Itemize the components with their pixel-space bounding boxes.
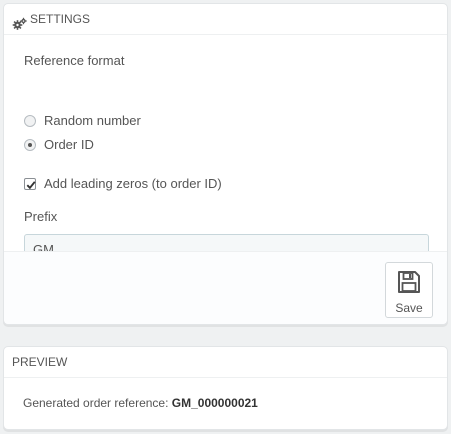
settings-panel-heading: Settings [4, 4, 447, 35]
radio-order-id[interactable]: Order ID [24, 137, 94, 152]
radio-random-number-label: Random number [44, 113, 141, 128]
generated-reference: Generated order reference: GM_000000021 [23, 396, 258, 410]
save-button[interactable]: Save [385, 262, 433, 318]
generated-reference-label: Generated order reference: [23, 396, 169, 410]
settings-panel-footer: Save [4, 251, 447, 324]
leading-zeros-label: Add leading zeros (to order ID) [44, 176, 222, 191]
leading-zeros-checkbox-row[interactable]: Add leading zeros (to order ID) [24, 176, 222, 191]
floppy-disk-icon [397, 270, 421, 297]
preview-heading-title: Preview [12, 355, 68, 369]
radio-order-id-label: Order ID [44, 137, 94, 152]
save-button-label: Save [395, 301, 423, 315]
preview-panel: Preview Generated order reference: GM_00… [3, 346, 448, 430]
preview-panel-heading: Preview [4, 347, 447, 378]
radio-random-number-control[interactable] [24, 114, 36, 127]
radio-random-number[interactable]: Random number [24, 113, 141, 128]
leading-zeros-checkbox[interactable] [24, 177, 36, 190]
generated-reference-value: GM_000000021 [171, 396, 258, 410]
settings-heading-title: Settings [30, 12, 91, 26]
radio-order-id-control[interactable] [24, 138, 36, 151]
reference-format-label: Reference format [24, 53, 125, 68]
settings-panel: Settings Reference format Random number … [3, 3, 448, 325]
cogs-icon [12, 12, 28, 30]
prefix-label: Prefix [24, 209, 58, 224]
